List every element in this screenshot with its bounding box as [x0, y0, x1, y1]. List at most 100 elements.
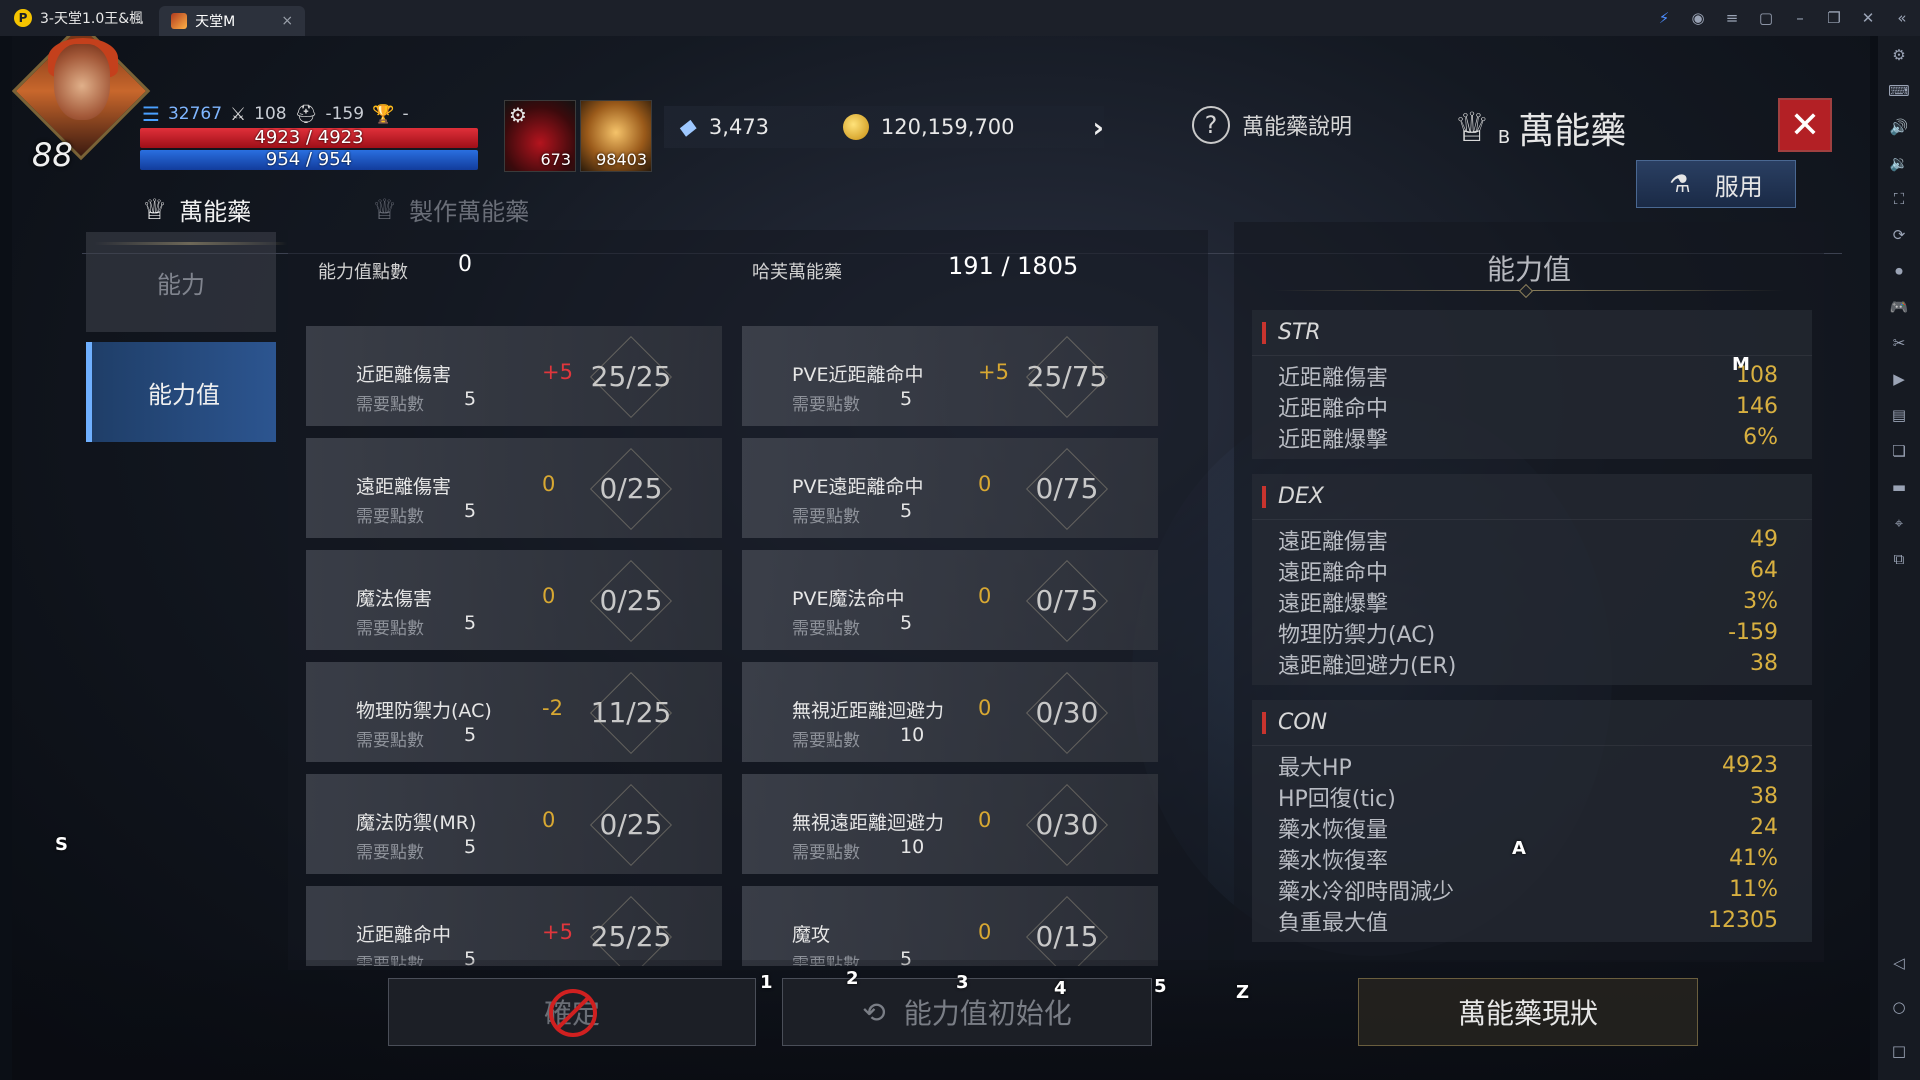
key-hint-4: 4 [1054, 978, 1067, 999]
volume-up-icon[interactable]: 🔊 [1890, 118, 1909, 136]
elixir-status-button[interactable]: 萬能藥現狀 [1358, 978, 1698, 1046]
stat-card-magic-damage[interactable]: 魔法傷害 0 0/25 需要點數 5 [306, 550, 722, 650]
potion-slot[interactable]: ⚙ 673 [504, 100, 576, 172]
card-name: 無視遠距離迴避力 [792, 812, 945, 834]
stat-card-ignore-ranged-evasion[interactable]: 無視遠距離迴避力 0 0/30 需要點數 10 [742, 774, 1158, 874]
disabled-prohibited-icon [549, 989, 597, 1037]
keyboard-icon[interactable]: ⌨ [1888, 82, 1910, 100]
potion-count: 673 [540, 150, 571, 169]
elixir-tab-icon: ♕ [142, 193, 168, 226]
card-name: 遠距離傷害 [356, 476, 452, 498]
multi-instance-icon[interactable]: ⧉ [1894, 550, 1905, 568]
stat-name: 遠距離爆擊 [1278, 591, 1389, 617]
stat-row: 近距離命中 146 [1252, 391, 1812, 422]
folder-icon[interactable]: ▬ [1892, 478, 1906, 496]
stat-value: 12305 [1708, 908, 1778, 933]
nav-ability[interactable]: 能力 [86, 232, 276, 332]
restore-icon[interactable]: ▢ [1758, 9, 1774, 27]
card-req-label: 需要點數 [356, 731, 424, 751]
mp-text: 954 / 954 [265, 149, 353, 170]
stat-value: 49 [1750, 527, 1778, 552]
card-progress: 25/25 [576, 344, 686, 408]
hp-bar: 4923 / 4923 [140, 128, 478, 148]
maximize-icon[interactable]: ❐ [1826, 9, 1842, 27]
trophy-value: - [402, 104, 409, 124]
card-progress: 0/25 [576, 568, 686, 632]
tab-close-icon[interactable]: × [281, 13, 293, 29]
stat-card-pve-magic-hit[interactable]: PVE魔法命中 0 0/75 需要點數 5 [742, 550, 1158, 650]
emulator-titlebar: P 3-天堂1.0王&楓 天堂M × ⚡ ◉ ≡ ▢ – ❐ ✕ « [0, 0, 1920, 36]
mp-bar: 954 / 954 [140, 150, 478, 170]
card-name: 魔攻 [792, 924, 831, 946]
stat-card-melee-hit[interactable]: 近距離命中 +5 25/25 需要點數 5 [306, 886, 722, 966]
chevron-right-icon[interactable]: › [1092, 111, 1104, 144]
apk-icon[interactable]: ▤ [1892, 406, 1906, 424]
card-req-value: 5 [464, 724, 477, 746]
auto-potion-gear-icon: ⚙ [509, 103, 527, 127]
card-delta: 0 [978, 696, 992, 720]
gamepad-icon[interactable]: 🎮 [1890, 298, 1909, 316]
tab-home[interactable]: P 3-天堂1.0王&楓 [0, 0, 159, 36]
card-req-label: 需要點數 [792, 395, 860, 415]
back-icon[interactable]: ◁ [1893, 954, 1905, 972]
item-count: 98403 [596, 150, 647, 169]
stat-card-physical-defense[interactable]: 物理防禦力(AC) -2 11/25 需要點數 5 [306, 662, 722, 762]
use-elixir-label: 服用 [1714, 172, 1763, 201]
account-icon[interactable]: ◉ [1690, 9, 1706, 27]
use-elixir-button[interactable]: ⚗ 服用 [1636, 160, 1796, 208]
game-app-icon [171, 13, 188, 29]
helmet-icon: ⛑ [294, 103, 318, 125]
points-value: 0 [458, 252, 472, 277]
boost-icon[interactable]: ⚡ [1656, 9, 1672, 27]
card-req-label: 需要點數 [356, 507, 424, 527]
card-progress: 0/25 [576, 792, 686, 856]
avatar-face [54, 44, 110, 120]
settings-icon[interactable]: ⚙ [1892, 46, 1905, 64]
card-progress: 0/30 [1012, 680, 1122, 744]
tab-craft-label: 製作萬能藥 [409, 198, 530, 226]
stat-card-pve-melee-hit[interactable]: PVE近距離命中 +5 25/75 需要點數 5 [742, 326, 1158, 426]
video-icon[interactable]: ▶ [1893, 370, 1905, 388]
stat-card-melee-damage[interactable]: 近距離傷害 +5 25/25 需要點數 5 [306, 326, 722, 426]
key-hint-a: A [1512, 838, 1526, 859]
card-delta: +5 [542, 920, 573, 944]
item-slot[interactable]: 98403 [580, 100, 652, 172]
home-icon[interactable]: ○ [1892, 998, 1905, 1016]
rotate-icon[interactable]: ⟳ [1893, 226, 1906, 244]
tab-game[interactable]: 天堂M × [159, 6, 306, 36]
close-button[interactable]: ✕ [1778, 98, 1832, 152]
attack-value: 108 [254, 104, 287, 124]
menu-icon[interactable]: ≡ [1724, 9, 1740, 27]
gold-amount: 120,159,700 [880, 115, 1015, 139]
stat-value: 64 [1750, 558, 1778, 583]
stat-card-magic-resistance[interactable]: 魔法防禦(MR) 0 0/25 需要點數 5 [306, 774, 722, 874]
card-name: 魔法傷害 [356, 588, 433, 610]
screenshot-icon[interactable]: ⛶ [1894, 190, 1905, 208]
stat-card-ranged-damage[interactable]: 遠距離傷害 0 0/25 需要點數 5 [306, 438, 722, 538]
stat-card-magic-attack[interactable]: 魔攻 0 0/15 需要點數 5 [742, 886, 1158, 966]
nav-stat-value[interactable]: 能力值 [86, 342, 276, 442]
stat-row: 遠距離迴避力(ER) 38 [1252, 648, 1812, 679]
stat-name: 近距離爆擊 [1278, 427, 1389, 453]
window-close-icon[interactable]: ✕ [1860, 9, 1876, 27]
volume-down-icon[interactable]: 🔉 [1890, 154, 1909, 172]
stat-card-ignore-melee-evasion[interactable]: 無視近距離迴避力 0 0/30 需要點數 10 [742, 662, 1158, 762]
card-progress: 25/25 [576, 904, 686, 966]
location-icon[interactable]: ⌖ [1895, 514, 1903, 532]
collapse-sidebar-icon[interactable]: « [1894, 9, 1910, 27]
potion-icon: ⚗ [1669, 170, 1691, 198]
tab-elixir[interactable]: ♕ 萬能藥 [93, 192, 288, 245]
scissors-icon[interactable]: ✂ [1893, 334, 1906, 352]
recent-apps-icon[interactable]: □ [1892, 1042, 1906, 1060]
confirm-button[interactable]: 確定 [388, 978, 756, 1046]
tab-craft-elixir[interactable]: ♕ 製作萬能藥 [372, 192, 529, 227]
elixir-help-button[interactable]: ? 萬能藥說明 [1192, 106, 1352, 144]
record-icon[interactable]: ⏺ [1895, 262, 1903, 280]
mana-icon: ☰ [142, 102, 160, 126]
defense-value: -159 [325, 104, 365, 124]
stat-name: 遠距離迴避力(ER) [1278, 653, 1457, 679]
copy-icon[interactable]: ❏ [1892, 442, 1905, 460]
stat-row: 近距離傷害 108 [1252, 360, 1812, 391]
minimize-icon[interactable]: – [1792, 9, 1808, 27]
stat-card-pve-ranged-hit[interactable]: PVE遠距離命中 0 0/75 需要點數 5 [742, 438, 1158, 538]
